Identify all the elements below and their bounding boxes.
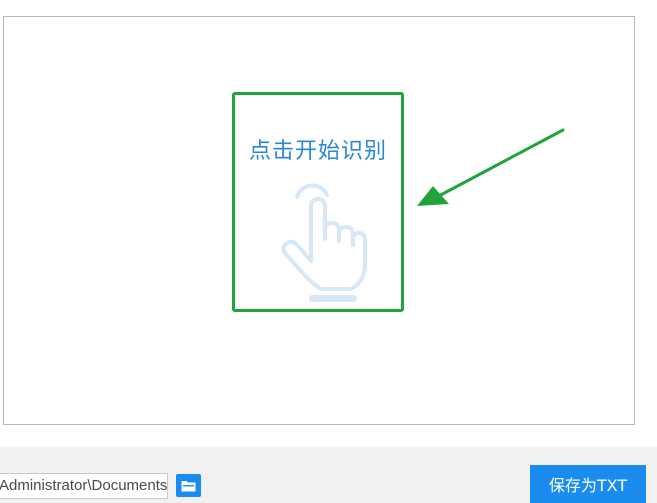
save-as-txt-button[interactable]: 保存为TXT — [530, 465, 646, 503]
folder-icon — [181, 481, 196, 492]
start-recognition-label: 点击开始识别 — [248, 139, 387, 164]
browse-folder-button[interactable] — [176, 474, 201, 497]
start-recognition-button[interactable]: 点击开始识别 — [232, 92, 404, 312]
save-path-field[interactable]: Administrator\Documents — [0, 473, 168, 499]
arrow-annotation-icon — [417, 128, 565, 206]
hand-pointer-icon — [281, 183, 367, 302]
